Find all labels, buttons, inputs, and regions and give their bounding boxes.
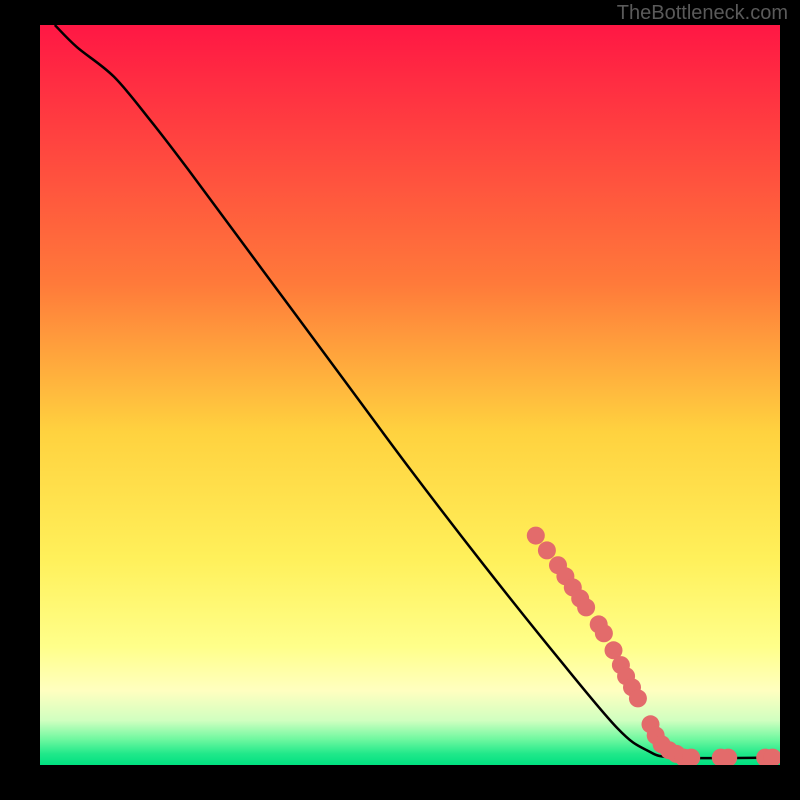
watermark-text: TheBottleneck.com (617, 2, 788, 25)
data-marker (629, 689, 647, 707)
chart-frame: TheBottleneck.com (0, 0, 800, 800)
data-marker (577, 598, 595, 616)
data-marker (595, 624, 613, 642)
data-marker (527, 527, 545, 545)
data-marker (538, 541, 556, 559)
gradient-background (40, 25, 780, 765)
plot-area (40, 25, 780, 765)
chart-svg (40, 25, 780, 765)
